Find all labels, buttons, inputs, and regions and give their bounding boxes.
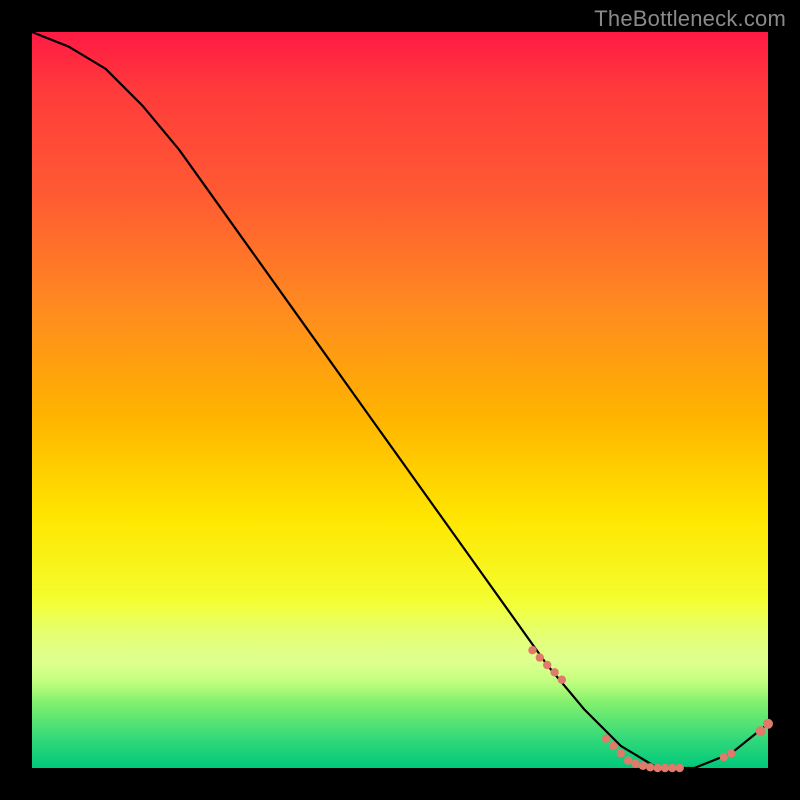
curve-markers [528,646,773,772]
curve-marker [668,764,676,772]
curve-svg [32,32,768,768]
curve-marker [602,734,610,742]
curve-marker [676,764,684,772]
chart-frame: TheBottleneck.com [0,0,800,800]
watermark-text: TheBottleneck.com [594,6,786,32]
curve-marker [617,749,625,757]
curve-marker [558,676,566,684]
curve-marker [646,763,654,771]
curve-marker [536,653,544,661]
curve-marker [624,756,632,764]
curve-marker [543,661,551,669]
curve-marker [727,749,735,757]
curve-marker [639,762,647,770]
curve-marker [631,759,639,767]
plot-area [32,32,768,768]
curve-marker [528,646,536,654]
curve-marker [720,753,728,761]
curve-marker [609,742,617,750]
bottleneck-curve [32,32,768,768]
curve-marker [763,719,773,729]
curve-marker [550,668,558,676]
curve-marker [653,764,661,772]
curve-marker [661,764,669,772]
curve-marker [756,726,766,736]
